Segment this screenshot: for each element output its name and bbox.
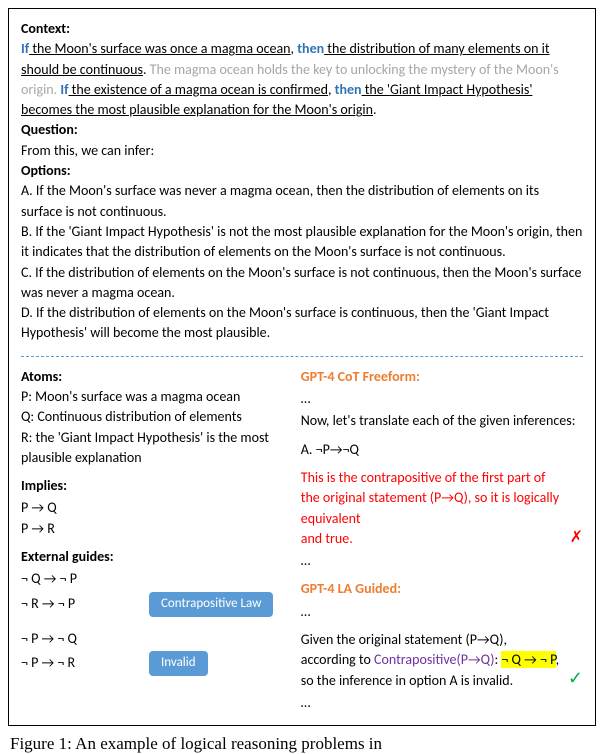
- ellipsis-3: …: [301, 602, 583, 622]
- period2: .: [373, 101, 377, 118]
- guide-row-3: ¬ P → ¬ Q: [21, 629, 291, 649]
- cross-icon: ✗: [570, 526, 583, 549]
- atom-r: R: the 'Giant Impact Hypothesis' is the …: [21, 428, 291, 469]
- question-label: Question:: [21, 121, 78, 138]
- ellipsis-4: …: [301, 693, 583, 713]
- context-label: Context:: [21, 20, 70, 37]
- guide-2a: ¬ P → ¬ Q: [21, 629, 131, 649]
- guides-label: External guides:: [21, 547, 291, 567]
- freeform-red-text: This is the contrapositive of the first …: [301, 468, 564, 549]
- guide-row-1: ¬ Q → ¬ P: [21, 569, 291, 589]
- guided-text: Given the original statement (P→Q), acco…: [301, 630, 562, 691]
- cond1: the Moon's surface was once a magma ocea…: [29, 40, 290, 57]
- option-a: A. If the Moon's surface was never a mag…: [21, 181, 583, 222]
- g-highlight: ¬ Q → ¬ P: [501, 651, 555, 668]
- implies-label: Implies:: [21, 476, 291, 496]
- guide-2b: ¬ P → ¬ R: [21, 653, 131, 673]
- pill-contrapositive: Contrapositive Law: [149, 592, 273, 617]
- context-text: If the Moon's surface was once a magma o…: [21, 40, 559, 118]
- cond2: the existence of a magma ocean is confir…: [69, 81, 328, 98]
- imply-2: P → R: [21, 519, 291, 539]
- if-keyword: If: [21, 40, 29, 57]
- bottom-columns: Atoms: P: Moon's surface was a magma oce…: [21, 367, 583, 715]
- period1: .: [143, 61, 150, 78]
- ellipsis-2: …: [301, 551, 583, 571]
- comma2: ,: [328, 81, 335, 98]
- guided-label: GPT-4 LA Guided:: [301, 579, 583, 599]
- freeform-line-1: Now, let's translate each of the given i…: [301, 411, 583, 431]
- imply-1: P → Q: [21, 498, 291, 518]
- freeform-label: GPT-4 CoT Freeform:: [301, 367, 583, 387]
- guide-row-2: ¬ R → ¬ P Contrapositive Law: [21, 592, 291, 617]
- guide-row-4: ¬ P → ¬ R Invalid: [21, 651, 291, 676]
- atom-q: Q: Continuous distribution of elements: [21, 407, 291, 427]
- context-block: Context: If the Moon's surface was once …: [21, 19, 583, 120]
- atom-p: P: Moon's surface was a magma ocean: [21, 387, 291, 407]
- pill-invalid: Invalid: [149, 651, 208, 676]
- freeform-red-block: This is the contrapositive of the first …: [301, 468, 583, 549]
- figure-caption: Figure 1: An example of logical reasonin…: [10, 734, 594, 754]
- figure-container: Context: If the Moon's surface was once …: [8, 8, 596, 726]
- options-block: Options: A. If the Moon's surface was ne…: [21, 161, 583, 344]
- guided-block: Given the original statement (P→Q), acco…: [301, 630, 583, 691]
- option-d: D. If the distribution of elements on th…: [21, 303, 583, 344]
- ellipsis-1: …: [301, 389, 583, 409]
- if-keyword-2: If: [60, 81, 68, 98]
- option-c: C. If the distribution of elements on th…: [21, 263, 583, 304]
- red-1: This is the contrapositive of the first …: [301, 469, 559, 527]
- option-b: B. If the 'Giant Impact Hypothesis' is n…: [21, 222, 583, 263]
- section-divider: [21, 356, 583, 357]
- guide-1a: ¬ Q → ¬ P: [21, 569, 131, 589]
- check-icon: ✓: [568, 665, 583, 691]
- red-2: and true.: [301, 530, 353, 547]
- right-column: GPT-4 CoT Freeform: … Now, let's transla…: [301, 367, 583, 715]
- options-label: Options:: [21, 162, 71, 179]
- left-column: Atoms: P: Moon's surface was a magma oce…: [21, 367, 291, 715]
- guide-1b: ¬ R → ¬ P: [21, 594, 131, 614]
- question-block: Question: From this, we can infer:: [21, 120, 583, 161]
- top-section: Context: If the Moon's surface was once …: [21, 19, 583, 350]
- then-keyword: then: [297, 40, 324, 57]
- then-keyword-2: then: [335, 81, 362, 98]
- g-purple: Contrapositive(P→Q): [374, 651, 494, 668]
- question-text: From this, we can infer:: [21, 142, 154, 159]
- atoms-label: Atoms:: [21, 367, 291, 387]
- spacer: [21, 619, 291, 627]
- freeform-line-2: A. ¬P→¬Q: [301, 440, 583, 460]
